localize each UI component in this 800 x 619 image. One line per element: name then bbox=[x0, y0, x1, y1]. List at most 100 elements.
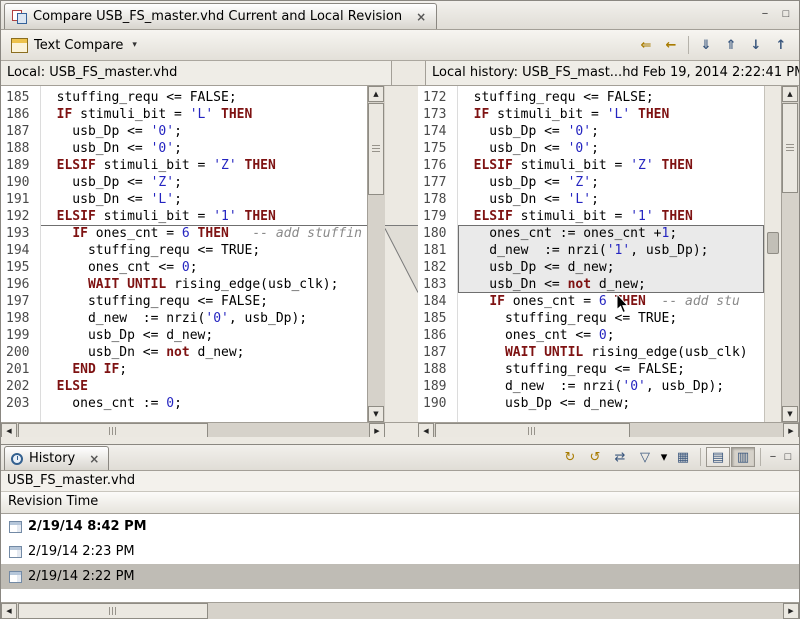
code-token bbox=[41, 362, 72, 377]
history-horizontal-scrollbar[interactable]: ◀ ▶ bbox=[1, 602, 799, 619]
code-line[interactable]: ELSE bbox=[41, 378, 367, 395]
line-number: 182 bbox=[423, 259, 457, 276]
revision-list: 2/19/14 8:42 PM2/19/14 2:23 PM2/19/14 2:… bbox=[1, 514, 799, 602]
maximize-button[interactable]: □ bbox=[781, 450, 795, 464]
scroll-up-icon[interactable]: ▲ bbox=[782, 86, 798, 102]
code-line[interactable]: ones_cnt := ones_cnt +1; bbox=[458, 225, 764, 242]
code-line[interactable]: stuffing_requ <= FALSE; bbox=[41, 89, 367, 106]
previous-difference-button[interactable]: ⇑ bbox=[719, 34, 743, 56]
get-contents-button[interactable]: ↺ bbox=[583, 447, 607, 467]
code-line[interactable]: ELSIF stimuli_bit = '1' THEN bbox=[41, 208, 367, 225]
code-token: THEN bbox=[662, 158, 693, 173]
code-line[interactable]: usb_Dp <= 'Z'; bbox=[41, 174, 367, 191]
overview-ruler[interactable] bbox=[764, 86, 781, 422]
filter-button[interactable]: ▽ bbox=[633, 447, 657, 467]
code-line[interactable]: usb_Dn <= not d_new; bbox=[458, 276, 764, 293]
code-token bbox=[607, 294, 615, 309]
code-token bbox=[458, 345, 505, 360]
code-line[interactable]: WAIT UNTIL rising_edge(usb_clk) bbox=[458, 344, 764, 361]
history-file-name: USB_FS_master.vhd bbox=[1, 471, 799, 492]
code-line[interactable]: usb_Dp <= d_new; bbox=[458, 259, 764, 276]
viewer-selector[interactable]: Text Compare ▾ bbox=[7, 36, 141, 55]
code-line[interactable]: stuffing_requ <= FALSE; bbox=[458, 89, 764, 106]
code-token: -- add stuffin bbox=[252, 226, 362, 241]
code-token: stuffing_requ <= FALSE; bbox=[41, 90, 237, 105]
next-difference-button[interactable]: ⇓ bbox=[694, 34, 718, 56]
code-line[interactable]: IF stimuli_bit = 'L' THEN bbox=[41, 106, 367, 123]
code-line[interactable]: d_new := nrzi('0', usb_Dp); bbox=[458, 378, 764, 395]
code-line[interactable]: ones_cnt <= 0; bbox=[458, 327, 764, 344]
view-sash[interactable] bbox=[1, 437, 799, 444]
code-line[interactable]: usb_Dn <= not d_new; bbox=[41, 344, 367, 361]
code-line[interactable]: END IF; bbox=[41, 361, 367, 378]
left-code-viewer[interactable]: stuffing_requ <= FALSE; IF stimuli_bit =… bbox=[41, 86, 367, 422]
code-line[interactable]: d_new := nrzi('0', usb_Dp); bbox=[41, 310, 367, 327]
code-line[interactable]: usb_Dn <= '0'; bbox=[458, 140, 764, 157]
code-token: usb_Dn <= bbox=[41, 141, 151, 156]
next-change-button[interactable]: ↓ bbox=[744, 34, 768, 56]
code-line[interactable]: stuffing_requ <= FALSE; bbox=[41, 293, 367, 310]
right-vertical-scrollbar[interactable]: ▲ ▼ bbox=[781, 86, 799, 422]
code-line[interactable]: usb_Dp <= '0'; bbox=[458, 123, 764, 140]
code-line[interactable]: usb_Dp <= d_new; bbox=[41, 327, 367, 344]
pin-history-toggle[interactable]: ▤ bbox=[706, 447, 730, 467]
code-line[interactable]: ELSIF stimuli_bit = 'Z' THEN bbox=[41, 157, 367, 174]
copy-current-change-button[interactable]: ← bbox=[659, 34, 683, 56]
revision-row[interactable]: 2/19/14 8:42 PM bbox=[1, 514, 799, 539]
code-token bbox=[213, 107, 221, 122]
minimize-button[interactable]: − bbox=[766, 450, 780, 464]
code-line[interactable]: usb_Dn <= '0'; bbox=[41, 140, 367, 157]
line-number: 185 bbox=[423, 310, 457, 327]
code-line[interactable]: IF ones_cnt = 6 THEN -- add stu bbox=[458, 293, 764, 310]
close-icon[interactable]: × bbox=[89, 452, 99, 466]
revision-time-column-header[interactable]: Revision Time bbox=[1, 492, 799, 514]
code-line[interactable]: ones_cnt := 0; bbox=[41, 395, 367, 412]
close-icon[interactable]: × bbox=[416, 10, 426, 24]
history-hscroll-thumb[interactable] bbox=[18, 603, 208, 619]
code-line[interactable]: usb_Dn <= 'L'; bbox=[458, 191, 764, 208]
refresh-button[interactable]: ↻ bbox=[558, 447, 582, 467]
revision-icon bbox=[9, 546, 22, 558]
code-token: d_new := nrzi( bbox=[458, 379, 622, 394]
code-line[interactable]: ELSIF stimuli_bit = '1' THEN bbox=[458, 208, 764, 225]
maximize-button[interactable]: □ bbox=[779, 7, 793, 21]
code-line[interactable]: ones_cnt <= 0; bbox=[41, 259, 367, 276]
minimize-button[interactable]: − bbox=[758, 7, 772, 21]
left-vertical-scrollbar[interactable]: ▲ ▼ bbox=[367, 86, 385, 422]
code-line[interactable]: usb_Dp <= '0'; bbox=[41, 123, 367, 140]
code-line[interactable]: usb_Dp <= 'Z'; bbox=[458, 174, 764, 191]
right-vscroll-thumb[interactable] bbox=[782, 103, 798, 193]
history-tab[interactable]: History × bbox=[4, 446, 109, 470]
filter-menu-icon[interactable]: ▾ bbox=[658, 447, 670, 467]
code-line[interactable]: ELSIF stimuli_bit = 'Z' THEN bbox=[458, 157, 764, 174]
code-line[interactable]: WAIT UNTIL rising_edge(usb_clk); bbox=[41, 276, 367, 293]
code-line[interactable]: usb_Dn <= 'L'; bbox=[41, 191, 367, 208]
code-line[interactable]: IF ones_cnt = 6 THEN -- add stuffin bbox=[41, 225, 367, 242]
line-number: 197 bbox=[6, 293, 40, 310]
code-line[interactable]: stuffing_requ <= TRUE; bbox=[458, 310, 764, 327]
revision-row[interactable]: 2/19/14 2:23 PM bbox=[1, 539, 799, 564]
compare-mode-button[interactable]: ⇄ bbox=[608, 447, 632, 467]
compare-editor-tab[interactable]: Compare USB_FS_master.vhd Current and Lo… bbox=[4, 3, 437, 29]
code-token: not bbox=[166, 345, 189, 360]
code-line[interactable]: stuffing_requ <= FALSE; bbox=[458, 361, 764, 378]
revision-row[interactable]: 2/19/14 2:22 PM bbox=[1, 564, 799, 589]
code-line[interactable]: IF stimuli_bit = 'L' THEN bbox=[458, 106, 764, 123]
chevron-down-icon[interactable]: ▾ bbox=[132, 40, 137, 50]
diff-overview-marker[interactable] bbox=[767, 232, 779, 254]
left-vscroll-thumb[interactable] bbox=[368, 103, 384, 195]
scroll-down-icon[interactable]: ▼ bbox=[368, 406, 384, 422]
scroll-up-icon[interactable]: ▲ bbox=[368, 86, 384, 102]
scroll-right-icon[interactable]: ▶ bbox=[783, 603, 799, 619]
code-token: THEN bbox=[662, 209, 693, 224]
code-line[interactable]: stuffing_requ <= TRUE; bbox=[41, 242, 367, 259]
copy-all-right-to-left-button[interactable]: ⇐ bbox=[634, 34, 658, 56]
scroll-down-icon[interactable]: ▼ bbox=[782, 406, 798, 422]
code-line[interactable]: usb_Dp <= d_new; bbox=[458, 395, 764, 412]
group-by-date-button[interactable]: ▦ bbox=[671, 447, 695, 467]
scroll-left-icon[interactable]: ◀ bbox=[1, 603, 17, 619]
previous-change-button[interactable]: ↑ bbox=[769, 34, 793, 56]
link-with-editor-toggle[interactable]: ▥ bbox=[731, 447, 755, 467]
right-code-viewer[interactable]: stuffing_requ <= FALSE; IF stimuli_bit =… bbox=[458, 86, 764, 422]
code-line[interactable]: d_new := nrzi('1', usb_Dp); bbox=[458, 242, 764, 259]
